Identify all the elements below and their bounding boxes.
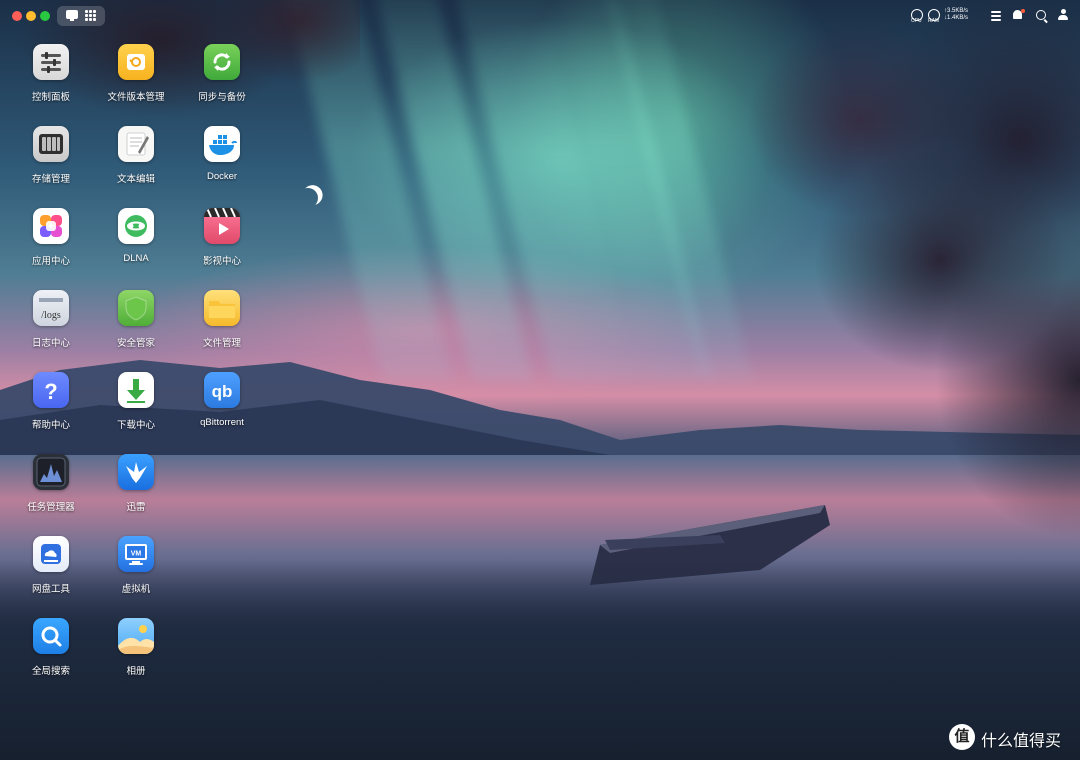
upload-speed: 3.5KB/s	[947, 8, 969, 14]
sync-backup-icon	[204, 44, 240, 80]
app-grid-icon[interactable]	[85, 10, 96, 21]
app-photo-album[interactable]: 相册	[98, 618, 174, 688]
search-icon[interactable]	[1036, 10, 1046, 20]
virtual-machine-icon: VM	[118, 536, 154, 572]
log-center-icon: /logs	[33, 290, 69, 326]
app-label: DLNA	[123, 253, 149, 264]
watermark-text: 什么值得买	[981, 733, 1062, 750]
app-label: Docker	[206, 171, 238, 182]
app-label: 日志中心	[31, 338, 70, 349]
desktop-view-icon[interactable]	[66, 10, 78, 21]
app-sync-backup[interactable]: 同步与备份	[184, 44, 260, 114]
app-label: 相册	[126, 666, 146, 677]
watermark-badge: 值	[949, 724, 975, 750]
app-label: 下载中心	[116, 420, 155, 431]
app-qbittorrent[interactable]: qb qBittorrent	[184, 372, 260, 442]
control-panel-icon	[33, 44, 69, 80]
svg-text:?: ?	[44, 379, 57, 404]
photo-album-icon	[118, 618, 154, 654]
thunder-bird-icon	[118, 454, 154, 490]
folder-icon	[204, 290, 240, 326]
app-control-panel[interactable]: 控制面板	[13, 44, 89, 114]
app-download-center[interactable]: 下载中心	[98, 372, 174, 442]
app-app-center[interactable]: 应用中心	[13, 208, 89, 278]
app-center-icon	[33, 208, 69, 244]
svg-text:qb: qb	[212, 382, 233, 401]
app-label: 迅雷	[126, 502, 146, 513]
dlna-icon	[118, 208, 154, 244]
app-label: 网盘工具	[31, 584, 70, 595]
app-security[interactable]: 安全管家	[98, 290, 174, 360]
app-label: 控制面板	[31, 92, 70, 103]
app-task-manager[interactable]: 任务管理器	[13, 454, 89, 524]
network-speed[interactable]: ↑3.5KB/s ↓1.4KB/s	[944, 8, 968, 22]
app-label: qBittorrent	[200, 417, 244, 428]
app-label: 存储管理	[31, 174, 70, 185]
task-list-icon[interactable]	[991, 11, 1001, 21]
app-label: 文本编辑	[116, 174, 155, 185]
app-label: 安全管家	[116, 338, 155, 349]
app-cloud-drive[interactable]: 网盘工具	[13, 536, 89, 606]
app-label: 影视中心	[202, 256, 241, 267]
notification-dot	[1021, 9, 1025, 13]
help-icon: ?	[33, 372, 69, 408]
app-storage[interactable]: 存储管理	[13, 126, 89, 196]
user-account-icon[interactable]	[1058, 9, 1068, 21]
storage-icon	[33, 126, 69, 162]
app-label: 帮助中心	[31, 420, 70, 431]
svg-text:/logs: /logs	[41, 310, 61, 321]
minimize-window-button[interactable]	[26, 11, 36, 21]
global-search-icon	[33, 618, 69, 654]
app-file-manager[interactable]: 文件管理	[184, 290, 260, 360]
app-label: 虚拟机	[121, 584, 151, 595]
app-thunder[interactable]: 迅雷	[98, 454, 174, 524]
app-file-version[interactable]: 文件版本管理	[98, 44, 174, 114]
app-video-center[interactable]: 影视中心	[184, 208, 260, 278]
view-switcher	[57, 6, 105, 26]
app-dlna[interactable]: DLNA	[98, 208, 174, 278]
security-shield-icon	[118, 290, 154, 326]
app-label: 同步与备份	[198, 92, 246, 103]
app-label: 文件管理	[202, 338, 241, 349]
maximize-window-button[interactable]	[40, 11, 50, 21]
text-editor-icon	[118, 126, 154, 162]
app-text-editor[interactable]: 文本编辑	[98, 126, 174, 196]
cpu-label: CPU	[911, 18, 922, 24]
app-virtual-machine[interactable]: VM 虚拟机	[98, 536, 174, 606]
download-speed: 1.4KB/s	[947, 15, 969, 21]
cloud-drive-icon	[33, 536, 69, 572]
app-docker[interactable]: Docker	[184, 126, 260, 196]
app-label: 文件版本管理	[107, 92, 165, 103]
close-window-button[interactable]	[12, 11, 22, 21]
qbittorrent-icon: qb	[204, 372, 240, 408]
app-help-center[interactable]: ? 帮助中心	[13, 372, 89, 442]
svg-text:VM: VM	[131, 551, 142, 558]
app-label: 任务管理器	[27, 502, 75, 513]
top-bar: CPU RAM ↑3.5KB/s ↓1.4KB/s	[0, 0, 1080, 32]
app-label: 全局搜索	[31, 666, 70, 677]
ram-label: RAM	[928, 18, 940, 24]
task-manager-icon	[33, 454, 69, 490]
download-icon	[118, 372, 154, 408]
video-center-icon	[204, 208, 240, 244]
app-log-center[interactable]: /logs 日志中心	[13, 290, 89, 360]
file-version-icon	[118, 44, 154, 80]
app-label: 应用中心	[31, 256, 70, 267]
docker-icon	[204, 126, 240, 162]
app-global-search[interactable]: 全局搜索	[13, 618, 89, 688]
